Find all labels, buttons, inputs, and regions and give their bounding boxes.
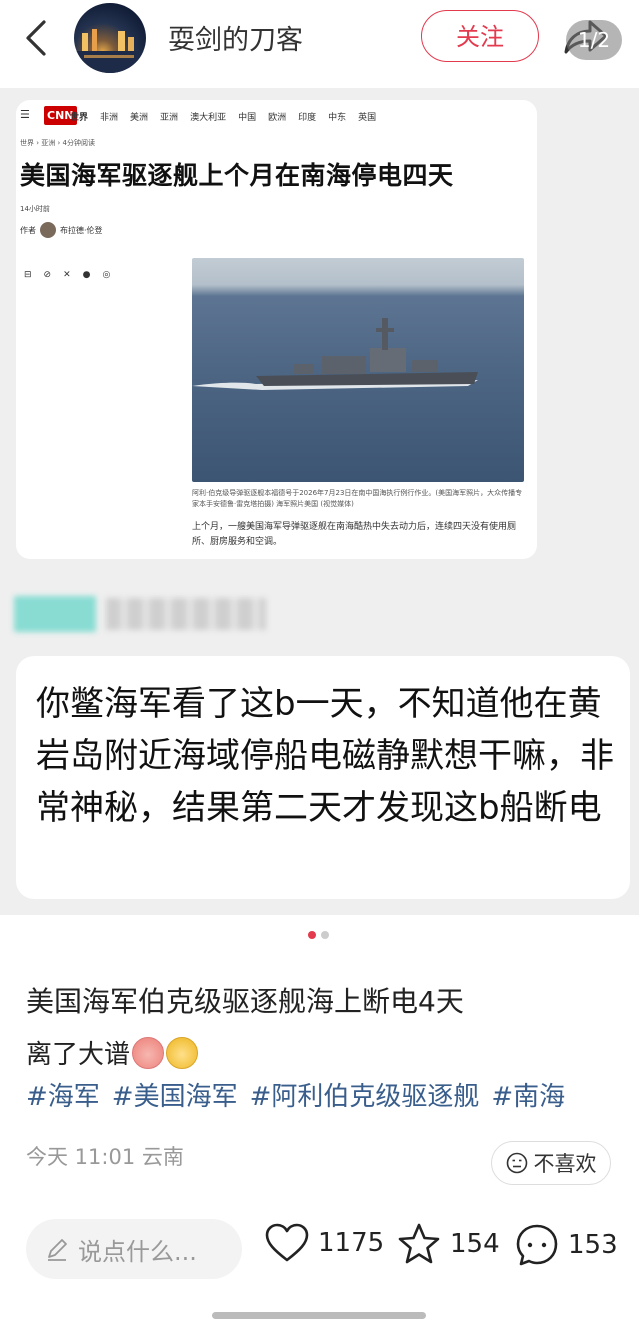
destroyer-photo	[192, 258, 524, 482]
hashtag-link[interactable]: #海军	[26, 1076, 100, 1113]
carousel-dot-active	[308, 931, 316, 939]
post-body: 离了大谱	[26, 1034, 199, 1071]
quoted-comment-text: 你鳖海军看了这b一天，不知道他在黄岩岛附近海域停船电磁静默想干嘛，非常神秘，结果…	[36, 684, 614, 828]
heart-icon	[265, 1223, 309, 1262]
link-icon: ⊘	[43, 270, 52, 280]
article-headline: 美国海军驱逐舰上个月在南海停电四天	[20, 161, 454, 190]
star-icon	[398, 1223, 440, 1264]
pencil-icon	[48, 1239, 67, 1261]
blurred-username	[106, 598, 266, 630]
hashtag-link[interactable]: #美国海军	[112, 1076, 238, 1113]
carousel-indicator	[308, 931, 329, 939]
byline-name: 布拉德·伦登	[60, 225, 103, 235]
back-icon[interactable]	[20, 18, 54, 58]
blurred-name-badge	[14, 596, 96, 632]
comment-count: 153	[568, 1230, 618, 1260]
author-photo	[40, 222, 56, 238]
threads-icon: ◎	[102, 270, 111, 280]
like-count: 1175	[318, 1228, 385, 1258]
x-icon: ✕	[63, 270, 71, 280]
hashtag-link[interactable]: #阿利伯克级驱逐舰	[250, 1076, 480, 1113]
follow-button[interactable]: 关注	[421, 10, 539, 62]
top-bar: 耍剑的刀客 关注	[0, 0, 639, 80]
image-carousel[interactable]: ☰ CNN 世界 非洲 美洲 亚洲 澳大利亚 中国 欧洲 印度 中东 英国 世界…	[0, 88, 639, 915]
author-avatar[interactable]	[74, 3, 146, 73]
dislike-button[interactable]: 不喜欢	[491, 1141, 611, 1185]
carousel-dot	[321, 931, 329, 939]
comment-button[interactable]: 153	[514, 1222, 618, 1268]
nav-item: 欧洲	[268, 113, 287, 123]
comment-bubble-icon	[516, 1224, 558, 1266]
image-counter: 1/2	[566, 20, 622, 60]
nav-item: 美洲	[130, 113, 149, 123]
comment-input[interactable]: 说点什么...	[26, 1219, 242, 1279]
shocked-face-emoji-icon	[132, 1036, 165, 1069]
bookmark-icon: ⊟	[24, 270, 32, 280]
post-meta: 今天 11:01 云南	[26, 1145, 184, 1169]
facebook-icon: ●	[82, 270, 91, 280]
comment-placeholder: 说点什么...	[78, 1237, 197, 1266]
frown-face-icon	[506, 1152, 527, 1174]
cnn-nav-bar: ☰ CNN 世界 非洲 美洲 亚洲 澳大利亚 中国 欧洲 印度 中东 英国	[20, 106, 535, 130]
cnn-nav-items: 世界 非洲 美洲 亚洲 澳大利亚 中国 欧洲 印度 中东 英国	[70, 110, 376, 123]
favorite-count: 154	[450, 1229, 500, 1259]
nav-item: 亚洲	[160, 113, 179, 123]
menu-icon: ☰	[20, 108, 30, 121]
cnn-screenshot-card: ☰ CNN 世界 非洲 美洲 亚洲 澳大利亚 中国 欧洲 印度 中东 英国 世界…	[16, 100, 537, 559]
dislike-label: 不喜欢	[533, 1152, 597, 1176]
nav-item: 英国	[358, 113, 377, 123]
author-name[interactable]: 耍剑的刀客	[168, 18, 303, 57]
breadcrumb: 世界 › 亚洲 › 4分钟阅读	[20, 139, 95, 147]
like-button[interactable]: 1175	[264, 1222, 384, 1264]
happy-face-emoji-icon	[166, 1036, 199, 1069]
nav-item: 中国	[238, 113, 257, 123]
hashtag-list: #海军 #美国海军 #阿利伯克级驱逐舰 #南海	[26, 1076, 565, 1113]
nav-item: 非洲	[100, 113, 119, 123]
byline: 作者 布拉德·伦登	[20, 222, 103, 238]
nav-item: 印度	[298, 113, 317, 123]
nav-item: 中东	[328, 113, 347, 123]
quoted-comment-card: 你鳖海军看了这b一天，不知道他在黄岩岛附近海域停船电磁静默想干嘛，非常神秘，结果…	[16, 656, 630, 899]
post-title: 美国海军伯克级驱逐舰海上断电4天	[26, 985, 464, 1018]
article-body: 上个月，一艘美国海军导弹驱逐舰在南海酷热中失去动力后，连续四天没有使用厕所、厨房…	[192, 522, 517, 548]
photo-caption: 阿利·伯克级导弹驱逐舰本福德号于2026年7月23日在南中国海执行例行作业。(美…	[192, 489, 523, 508]
social-share-row: ⊟ ⊘ ✕ ● ◎	[24, 270, 110, 280]
article-time: 14小时前	[20, 205, 50, 213]
nav-item: 世界	[70, 113, 89, 123]
post-body-text: 离了大谱	[26, 1040, 131, 1070]
hashtag-link[interactable]: #南海	[491, 1076, 565, 1113]
favorite-button[interactable]: 154	[396, 1222, 500, 1266]
nav-item: 澳大利亚	[190, 113, 227, 123]
byline-prefix: 作者	[20, 225, 36, 235]
home-indicator[interactable]	[212, 1312, 426, 1319]
